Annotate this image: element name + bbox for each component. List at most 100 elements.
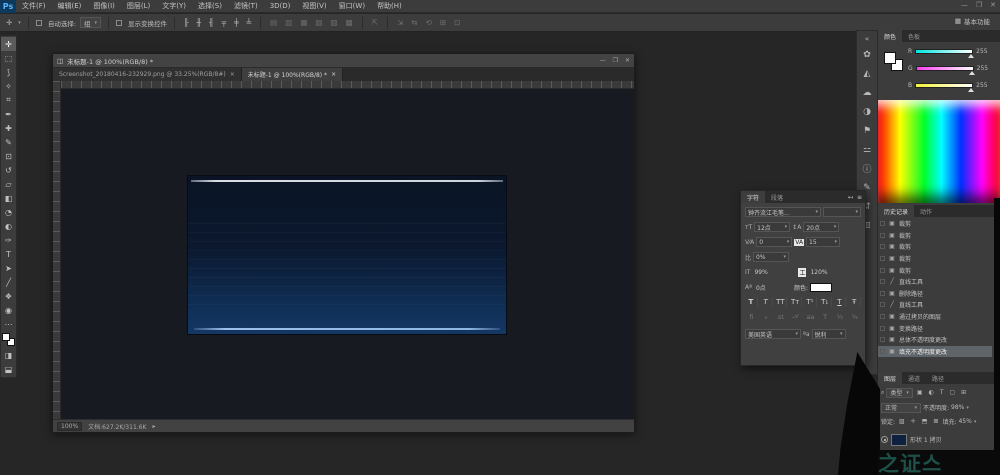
history-source-checkbox[interactable] [880, 256, 885, 261]
font-family-dropdown[interactable]: 钟齐流江毛笔...▾ [745, 207, 821, 217]
menu-file[interactable]: 文件(F) [16, 1, 52, 11]
doc-maximize-button[interactable]: ❐ [613, 57, 618, 64]
fill-value[interactable]: 45% [958, 418, 971, 425]
opacity-caret[interactable]: ▾ [966, 405, 969, 411]
lock-transparency-icon[interactable]: ▨ [897, 418, 907, 425]
panel-collapse-icon[interactable]: ↤ [848, 194, 853, 201]
align-bottom-icon[interactable]: ╧ [245, 18, 254, 27]
kerning-field[interactable]: 0▾ [756, 237, 792, 247]
layer-filter-dropdown[interactable]: 类型▾ [886, 388, 913, 398]
menu-layer[interactable]: 图层(L) [121, 1, 156, 11]
document-tab-screenshot[interactable]: Screenshot_20180416-232929.png @ 33.25%(… [53, 68, 242, 81]
ot-ordinals-icon[interactable]: ½ [834, 313, 847, 321]
auto-select-checkbox[interactable] [36, 20, 42, 26]
clone-stamp-tool[interactable]: ⊡ [1, 149, 16, 163]
align-left-icon[interactable]: ╟ [182, 18, 191, 27]
filter-shape-icon[interactable]: ▢ [948, 389, 958, 396]
auto-align-icon[interactable]: ⇱ [370, 18, 380, 27]
history-item-selected[interactable]: ▣填充不透明度更改 [878, 346, 992, 358]
history-source-checkbox[interactable] [880, 279, 885, 284]
app-maximize-button[interactable]: ❐ [976, 1, 982, 9]
history-source-checkbox[interactable] [880, 302, 885, 307]
tab-actions[interactable]: 动作 [914, 205, 938, 217]
lasso-tool[interactable]: ⟆ [1, 65, 16, 79]
ot-fractions-icon[interactable]: ¾ [848, 313, 861, 321]
faux-bold-button[interactable]: T [745, 297, 758, 307]
filter-smart-icon[interactable]: ⊞ [959, 389, 968, 396]
tab-channels[interactable]: 通道 [902, 372, 926, 384]
green-slider-handle[interactable] [969, 71, 975, 75]
3d-mode-icon-5[interactable]: ⊡ [452, 18, 462, 27]
history-source-checkbox[interactable] [880, 337, 885, 342]
navigator-icon[interactable]: ⚑ [858, 121, 876, 140]
quick-select-tool[interactable]: ✧ [1, 79, 16, 93]
lock-all-icon[interactable]: ⊠ [931, 418, 940, 425]
layer-thumbnail[interactable] [892, 435, 906, 445]
tool-preset-caret[interactable]: ▾ [18, 20, 21, 26]
3d-mode-icon-4[interactable]: ⊞ [438, 18, 448, 27]
text-color-swatch[interactable] [810, 283, 832, 292]
menu-edit[interactable]: 编辑(E) [52, 1, 88, 11]
history-item[interactable]: ▣裁剪 [878, 264, 992, 276]
blue-slider-handle[interactable] [968, 88, 974, 92]
blend-mode-dropdown[interactable]: 正常▾ [881, 403, 921, 413]
collapse-dock-icon[interactable]: « [858, 33, 876, 45]
distribute-middle-icon[interactable]: ▥ [283, 18, 294, 27]
align-center-icon[interactable]: ╫ [195, 18, 204, 27]
small-caps-button[interactable]: Tᴛ [789, 297, 802, 307]
layer-visibility-eye-icon[interactable] [881, 436, 888, 443]
history-item[interactable]: ▣总体不透明度更改 [878, 334, 992, 346]
menu-filter[interactable]: 滤镜(T) [228, 1, 264, 11]
masks-icon[interactable]: ◑ [858, 102, 876, 121]
quick-mask-button[interactable]: ◨ [1, 348, 16, 362]
type-tool[interactable]: T [1, 247, 16, 261]
auto-select-dropdown[interactable]: 组▾ [80, 17, 101, 28]
layer-row-shape1-copy[interactable]: 形状 1 拷贝 [878, 432, 1000, 447]
menu-help[interactable]: 帮助(H) [371, 1, 408, 11]
tab-paragraph[interactable]: 段落 [765, 191, 789, 203]
distribute-bottom-icon[interactable]: ▦ [298, 18, 309, 27]
history-item[interactable]: ▣通过拷贝的图层 [878, 311, 992, 323]
distribute-right-icon[interactable]: ▩ [344, 18, 355, 27]
history-item[interactable]: ▣裁剪 [878, 230, 992, 242]
properties-icon[interactable]: ⚍ [858, 140, 876, 159]
tab-close-icon[interactable]: × [331, 71, 336, 78]
menu-view[interactable]: 视图(V) [296, 1, 332, 11]
history-item[interactable]: ▣变换路径 [878, 322, 992, 334]
canvas[interactable] [61, 89, 634, 419]
ot-stylistic-icon[interactable]: aa [804, 313, 817, 321]
tab-character[interactable]: 字符 [741, 191, 765, 203]
menu-type[interactable]: 文字(Y) [156, 1, 192, 11]
3d-mode-icon-2[interactable]: ⇆ [409, 18, 419, 27]
zoom-tool[interactable]: ◉ [1, 303, 16, 317]
history-brush-tool[interactable]: ↺ [1, 163, 16, 177]
gradient-tool[interactable]: ◧ [1, 191, 16, 205]
document-tab-untitled[interactable]: 未标题-1 @ 100%(RGB/8) * × [242, 68, 343, 81]
history-item[interactable]: ▣删除路径 [878, 288, 992, 300]
tab-close-icon[interactable]: × [230, 71, 235, 78]
red-slider[interactable] [915, 49, 973, 54]
distribute-top-icon[interactable]: ▤ [268, 18, 279, 27]
foreground-color-swatch[interactable] [2, 333, 10, 341]
superscript-button[interactable]: T¹ [804, 297, 817, 307]
history-source-checkbox[interactable] [880, 349, 885, 354]
filter-pixel-icon[interactable]: ▣ [915, 389, 925, 396]
opacity-value[interactable]: 98% [951, 404, 964, 411]
all-caps-button[interactable]: TT [775, 297, 788, 307]
ot-contextual-icon[interactable]: ℴ [760, 313, 773, 321]
document-title-bar[interactable]: ◫ 未标题-1 @ 100%(RGB/8) * — ❐ ✕ [53, 54, 634, 68]
app-minimize-button[interactable]: — [961, 1, 968, 9]
doc-close-button[interactable]: ✕ [625, 57, 630, 64]
tab-paths[interactable]: 路径 [926, 372, 950, 384]
hand-tool[interactable]: ❖ [1, 289, 16, 303]
history-source-checkbox[interactable] [880, 268, 885, 273]
align-top-icon[interactable]: ╤ [220, 18, 229, 27]
adjustments-icon[interactable]: ✿ [858, 45, 876, 64]
lock-artboard-icon[interactable]: ⬒ [920, 418, 930, 425]
marquee-tool[interactable]: ⬚ [1, 51, 16, 65]
crop-tool[interactable]: ⌗ [1, 93, 16, 107]
status-arrow-icon[interactable]: ▸ [152, 423, 155, 430]
menu-image[interactable]: 图像(I) [87, 1, 121, 11]
lock-position-icon[interactable]: ✛ [909, 418, 918, 425]
3d-mode-icon-3[interactable]: ⟲ [424, 18, 434, 27]
